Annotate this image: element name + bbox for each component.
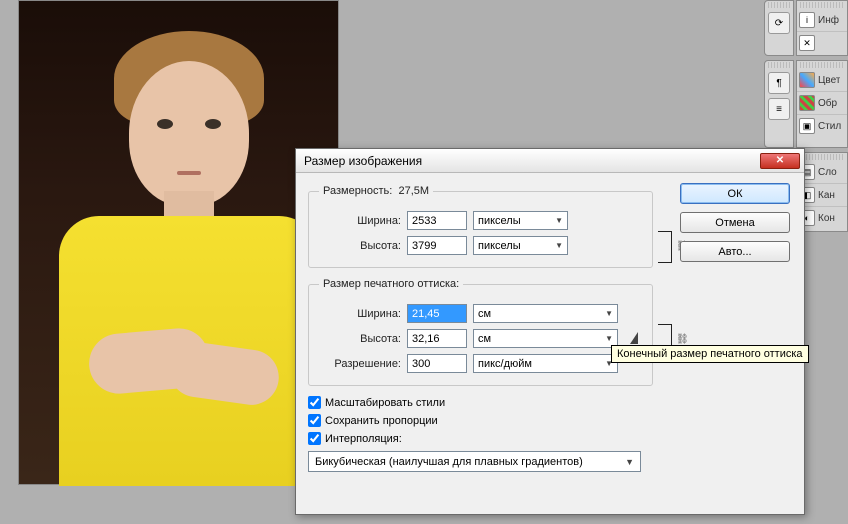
unit-label: см xyxy=(478,308,491,320)
panel-tab-styles[interactable]: ▣ Стил xyxy=(797,115,847,137)
tooltip-pointer xyxy=(630,332,638,344)
pixel-height-input[interactable] xyxy=(407,236,467,255)
close-button[interactable]: ✕ xyxy=(760,153,800,169)
scale-styles-label: Масштабировать стили xyxy=(325,397,445,409)
panel-tab-info[interactable]: i Инф xyxy=(797,9,847,32)
document-canvas[interactable] xyxy=(18,0,339,485)
print-width-input[interactable] xyxy=(407,304,467,323)
pixel-height-unit-select[interactable]: пикселы ▼ xyxy=(473,236,568,255)
panel-tab-swatches[interactable]: Обр xyxy=(797,92,847,115)
dock-info-group: i Инф ✕ xyxy=(796,0,848,56)
print-width-unit-select[interactable]: см ▼ xyxy=(473,304,618,323)
print-height-input[interactable] xyxy=(407,329,467,348)
panel-label: Кон xyxy=(818,213,835,224)
image-size-dialog: Размер изображения ✕ Размерность: 27,5M … xyxy=(295,148,805,515)
panel-label: Обр xyxy=(818,98,837,109)
dialog-title: Размер изображения xyxy=(300,154,760,168)
info-icon: i xyxy=(799,12,815,28)
interpolation-checkbox[interactable] xyxy=(308,432,321,445)
styles-icon: ▣ xyxy=(799,118,815,134)
dock-group-2: ¶ ≡ xyxy=(764,60,794,148)
interpolation-label: Интерполяция: xyxy=(325,433,402,445)
print-size-group: Размер печатного оттиска: Ширина: см ▼ В… xyxy=(308,278,653,386)
resolution-unit-select[interactable]: пикс/дюйм ▼ xyxy=(473,354,618,373)
resolution-input[interactable] xyxy=(407,354,467,373)
paragraph-icon[interactable]: ≡ xyxy=(768,98,790,120)
tools-icon: ✕ xyxy=(799,35,815,51)
print-height-unit-select[interactable]: см ▼ xyxy=(473,329,618,348)
dock-color-group: Цвет Обр ▣ Стил xyxy=(796,60,848,148)
panel-label: Стил xyxy=(818,121,841,132)
panel-label: Инф xyxy=(818,15,839,26)
interpolation-method-select[interactable]: Бикубическая (наилучшая для плавных град… xyxy=(308,451,641,472)
unit-label: пикселы xyxy=(478,215,521,227)
constrain-label: Сохранить пропорции xyxy=(325,415,438,427)
panel-label: Кан xyxy=(818,190,835,201)
palette-icon xyxy=(799,72,815,88)
ok-button[interactable]: ОК xyxy=(680,183,790,204)
scale-styles-checkbox[interactable] xyxy=(308,396,321,409)
tooltip: Конечный размер печатного оттиска xyxy=(611,345,809,363)
pixel-dimensions-group: Размерность: 27,5M Ширина: пикселы ▼ Выс… xyxy=(308,185,653,268)
dimensions-value: 27,5M xyxy=(398,185,429,197)
unit-label: см xyxy=(478,333,491,345)
history-icon[interactable]: ⟳ xyxy=(768,12,790,34)
chevron-down-icon: ▼ xyxy=(605,309,613,318)
cancel-button[interactable]: Отмена xyxy=(680,212,790,233)
unit-label: пикселы xyxy=(478,240,521,252)
dock-group-1: ⟳ xyxy=(764,0,794,56)
unit-label: пикс/дюйм xyxy=(478,358,532,370)
dimensions-label: Размерность: xyxy=(323,185,392,197)
pixel-width-unit-select[interactable]: пикселы ▼ xyxy=(473,211,568,230)
pixel-width-label: Ширина: xyxy=(319,215,407,227)
character-icon[interactable]: ¶ xyxy=(768,72,790,94)
constrain-proportions-checkbox[interactable] xyxy=(308,414,321,427)
print-height-label: Высота: xyxy=(319,333,407,345)
photo-content xyxy=(19,1,338,484)
swatches-icon xyxy=(799,95,815,111)
resolution-label: Разрешение: xyxy=(319,358,407,370)
print-width-label: Ширина: xyxy=(319,308,407,320)
chevron-down-icon: ▼ xyxy=(555,241,563,250)
pixel-height-label: Высота: xyxy=(319,240,407,252)
chevron-down-icon: ▼ xyxy=(625,457,634,467)
pixel-width-input[interactable] xyxy=(407,211,467,230)
link-bracket xyxy=(658,231,672,263)
panel-label: Цвет xyxy=(818,75,840,86)
interpolation-method-label: Бикубическая (наилучшая для плавных град… xyxy=(315,456,583,468)
chevron-down-icon: ▼ xyxy=(605,334,613,343)
panel-label: Сло xyxy=(818,167,837,178)
dialog-buttons: ОК Отмена Авто... xyxy=(680,183,790,262)
panel-tab-tools[interactable]: ✕ xyxy=(797,32,847,54)
auto-button[interactable]: Авто... xyxy=(680,241,790,262)
print-group-label: Размер печатного оттиска: xyxy=(319,278,463,290)
panel-tab-color[interactable]: Цвет xyxy=(797,69,847,92)
chevron-down-icon: ▼ xyxy=(555,216,563,225)
dialog-titlebar[interactable]: Размер изображения ✕ xyxy=(296,149,804,173)
